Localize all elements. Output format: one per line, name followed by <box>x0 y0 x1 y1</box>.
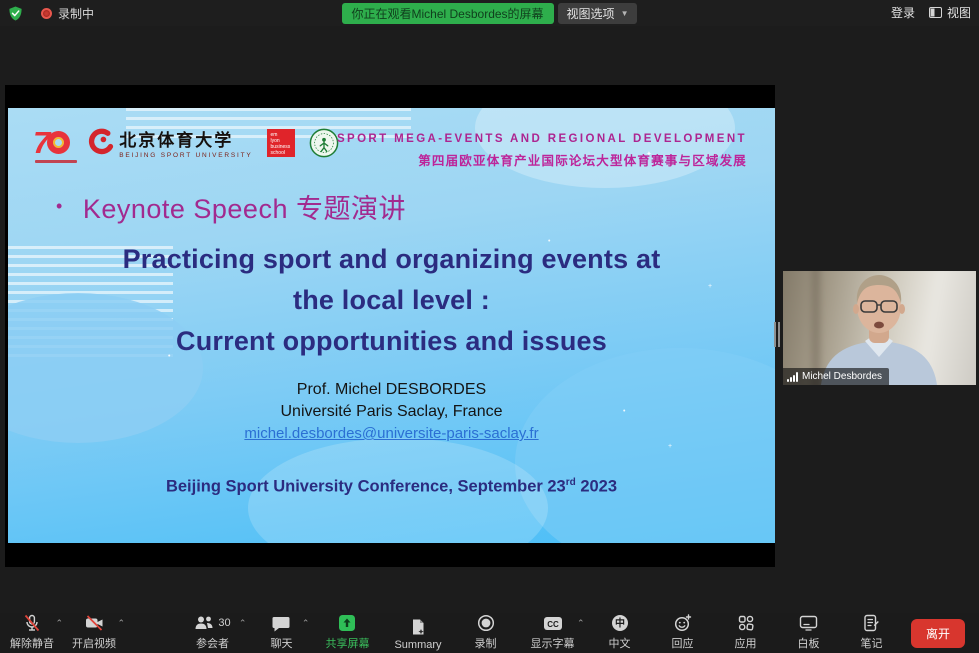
panel-resize-handle[interactable] <box>774 322 780 347</box>
participants-label: 参会者 <box>196 635 229 651</box>
watching-screen-badge: 你正在观看Michel Desbordes的屏幕 <box>342 3 554 24</box>
chat-bubble-icon <box>272 615 290 632</box>
view-button-label: 视图 <box>947 4 971 21</box>
whiteboard-button[interactable]: 白板 <box>784 612 834 653</box>
title-line: the local level : <box>8 280 775 321</box>
share-screen-icon <box>338 614 356 632</box>
bsu-name-chinese: 北京体育大学 <box>119 126 252 151</box>
security-shield-icon <box>8 6 23 21</box>
share-screen-button[interactable]: 共享屏幕 <box>319 612 375 653</box>
green-emblem-logo <box>309 128 339 158</box>
slide-header-english: SPORT MEGA-EVENTS AND REGIONAL DEVELOPME… <box>337 133 747 145</box>
view-options-button[interactable]: 视图选项 ▼ <box>558 3 638 24</box>
microphone-muted-icon <box>23 614 41 632</box>
unmute-label: 解除静音 <box>10 635 54 651</box>
recording-status-label: 录制中 <box>58 5 94 22</box>
shared-screen-region: ✦ + • + • • 7 北京体育大学 BEIJING SPORT UNIVE… <box>5 85 775 567</box>
title-line: Practicing sport and organizing events a… <box>8 239 775 280</box>
leave-meeting-button[interactable]: 离开 <box>911 619 965 648</box>
recording-indicator-icon <box>41 8 52 19</box>
bsu-swirl-icon <box>84 128 114 158</box>
summary-label: Summary <box>394 639 441 651</box>
start-video-label: 开启视频 <box>72 635 116 651</box>
speaker-video-tile[interactable]: Michel Desbordes <box>783 271 976 385</box>
bsu-name-english: BEIJING SPORT UNIVERSITY <box>119 152 252 159</box>
apps-label: 应用 <box>735 635 757 651</box>
language-char: 中 <box>615 617 625 630</box>
slide-header-chinese: 第四届欧亚体育产业国际论坛大型体育赛事与区域发展 <box>337 150 747 169</box>
notes-button[interactable]: 笔记 <box>847 612 897 653</box>
keynote-heading: • Keynote Speech 专题演讲 <box>56 187 406 226</box>
captions-label: 显示字幕 <box>531 635 575 651</box>
whiteboard-label: 白板 <box>798 635 820 651</box>
chat-chevron[interactable]: ⌃ <box>302 618 310 629</box>
chat-label: 聊天 <box>270 635 292 651</box>
reactions-smiley-icon <box>674 614 692 632</box>
footer-year: 2023 <box>576 478 617 496</box>
mic-options-chevron[interactable]: ⌃ <box>55 618 63 629</box>
meeting-top-bar: 录制中 你正在观看Michel Desbordes的屏幕 视图选项 ▼ 登录 视… <box>0 0 979 26</box>
speaker-block: Prof. Michel DESBORDES Université Paris … <box>8 379 775 445</box>
language-button[interactable]: 中 中文 <box>595 612 645 653</box>
start-video-button[interactable]: 开启视频 ⌃ <box>66 612 122 653</box>
participant-name-tag: Michel Desbordes <box>783 368 889 385</box>
title-line: Current opportunities and issues <box>8 321 775 362</box>
view-options-label: 视图选项 <box>567 5 615 22</box>
signin-button[interactable]: 登录 <box>891 4 915 21</box>
language-icon: 中 <box>611 614 629 632</box>
presentation-slide: ✦ + • + • • 7 北京体育大学 BEIJING SPORT UNIVE… <box>8 108 775 543</box>
slide-main-title: Practicing sport and organizing events a… <box>8 239 775 362</box>
apps-button[interactable]: 应用 <box>721 612 771 653</box>
emlyon-logo: em lyon business school <box>267 129 295 157</box>
notes-label: 笔记 <box>861 635 883 651</box>
unmute-button[interactable]: 解除静音 ⌃ <box>4 612 60 653</box>
share-screen-label: 共享屏幕 <box>325 635 369 651</box>
video-options-chevron[interactable]: ⌃ <box>117 618 125 629</box>
apps-icon <box>737 614 755 632</box>
record-label: 录制 <box>475 635 497 651</box>
record-icon <box>477 614 495 632</box>
cc-text: CC <box>547 620 559 629</box>
participants-chevron[interactable]: ⌃ <box>239 618 247 629</box>
summary-button[interactable]: Summary <box>388 612 447 653</box>
bullet-icon: • <box>56 196 63 217</box>
meeting-toolbar: 解除静音 ⌃ 开启视频 ⌃ <box>0 613 979 653</box>
emlyon-line: school <box>271 150 295 156</box>
chevron-down-icon: ▼ <box>621 9 629 18</box>
conference-footer: Beijing Sport University Conference, Sep… <box>8 477 775 497</box>
participant-name: Michel Desbordes <box>802 371 882 382</box>
record-button[interactable]: 录制 <box>461 612 511 653</box>
reactions-label: 回应 <box>672 635 694 651</box>
closed-captions-icon: CC <box>543 616 563 631</box>
view-layout-icon <box>929 7 942 18</box>
view-button[interactable]: 视图 <box>929 4 971 21</box>
captions-button[interactable]: CC 显示字幕 ⌃ <box>524 612 582 653</box>
beijing-sport-university-logo: 北京体育大学 BEIJING SPORT UNIVERSITY <box>84 126 252 159</box>
speaker-email-link[interactable]: michel.desbordes@universite-paris-saclay… <box>244 425 538 442</box>
participants-button[interactable]: 30 参会者 ⌃ <box>181 612 243 653</box>
keynote-heading-text: Keynote Speech 专题演讲 <box>83 187 406 226</box>
participants-count: 30 <box>218 617 230 629</box>
camera-off-icon <box>85 614 104 632</box>
summary-doc-icon <box>410 618 426 636</box>
anniversary-70-logo: 7 <box>33 127 70 158</box>
chat-button[interactable]: 聊天 ⌃ <box>256 612 306 653</box>
footer-ordinal: rd <box>566 477 576 488</box>
speaker-name: Prof. Michel DESBORDES <box>8 379 775 401</box>
participants-icon <box>194 615 214 631</box>
cloud-decoration <box>515 348 775 543</box>
captions-chevron[interactable]: ⌃ <box>577 618 585 629</box>
notes-icon <box>863 614 880 632</box>
reactions-button[interactable]: 回应 <box>658 612 708 653</box>
audio-level-icon <box>787 372 798 382</box>
language-label: 中文 <box>609 635 631 651</box>
speaker-affiliation: Université Paris Saclay, France <box>8 401 775 423</box>
footer-text: Beijing Sport University Conference, Sep… <box>166 478 566 496</box>
whiteboard-icon <box>799 615 818 631</box>
